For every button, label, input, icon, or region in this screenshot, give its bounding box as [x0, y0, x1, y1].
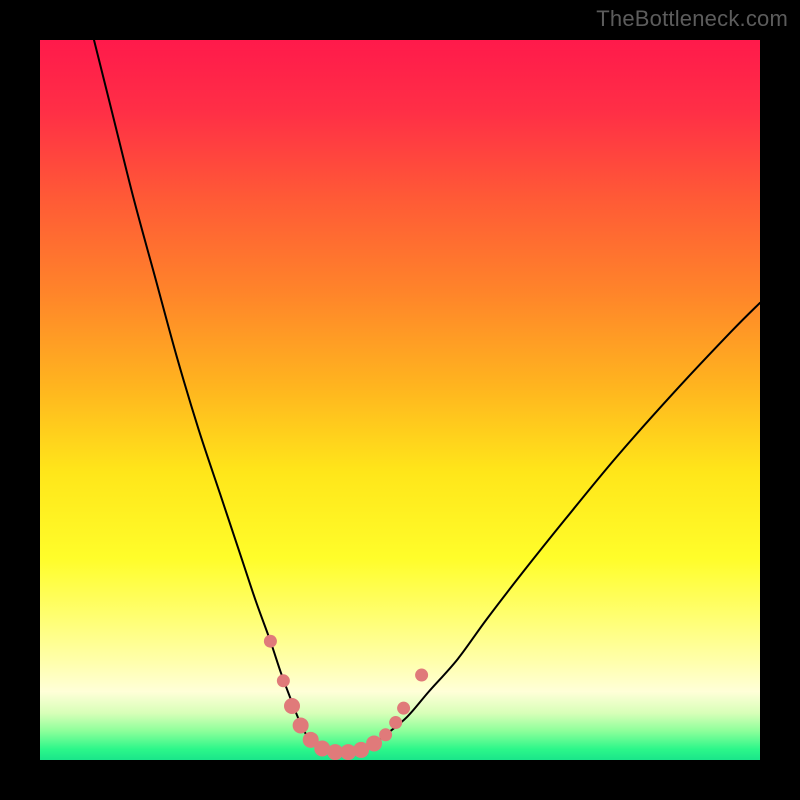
- valley-marker: [389, 716, 402, 729]
- watermark-text: TheBottleneck.com: [596, 6, 788, 32]
- valley-marker: [264, 635, 277, 648]
- valley-marker: [366, 735, 382, 751]
- valley-marker: [397, 702, 410, 715]
- plot-area: [40, 40, 760, 760]
- bottleneck-curve: [94, 40, 760, 753]
- valley-marker: [379, 728, 392, 741]
- chart-frame: TheBottleneck.com: [0, 0, 800, 800]
- valley-marker: [293, 717, 309, 733]
- valley-marker: [284, 698, 300, 714]
- valley-markers: [264, 635, 428, 760]
- chart-svg: [40, 40, 760, 760]
- valley-marker: [277, 674, 290, 687]
- valley-marker: [415, 669, 428, 682]
